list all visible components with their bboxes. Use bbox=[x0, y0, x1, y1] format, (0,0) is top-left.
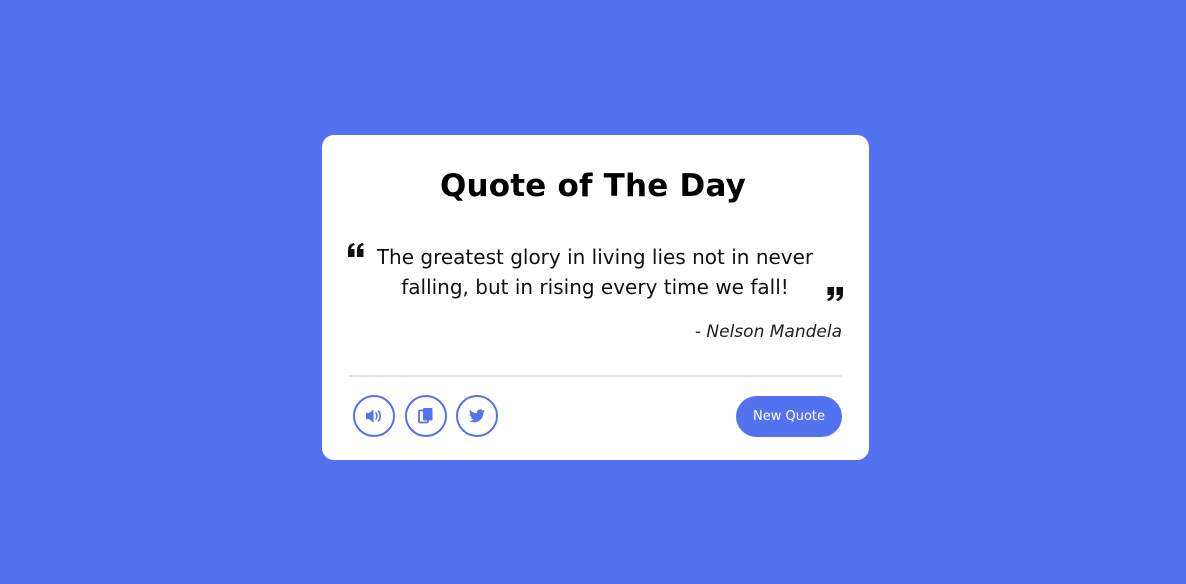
twitter-icon bbox=[469, 409, 485, 423]
quote-area: The greatest glory in living lies not in… bbox=[348, 240, 843, 310]
quote-text: The greatest glory in living lies not in… bbox=[376, 245, 814, 299]
quote-author: - Nelson Mandela bbox=[694, 322, 842, 342]
speak-button[interactable] bbox=[353, 395, 395, 437]
copy-button[interactable] bbox=[405, 395, 447, 437]
volume-icon bbox=[365, 408, 383, 424]
quote-left-icon bbox=[348, 242, 364, 257]
page-title: Quote of The Day bbox=[439, 168, 747, 204]
quote-right-icon bbox=[827, 286, 843, 301]
divider bbox=[349, 375, 842, 377]
twitter-button[interactable] bbox=[456, 395, 498, 437]
copy-icon bbox=[418, 407, 434, 425]
new-quote-button[interactable]: New Quote bbox=[736, 396, 842, 437]
